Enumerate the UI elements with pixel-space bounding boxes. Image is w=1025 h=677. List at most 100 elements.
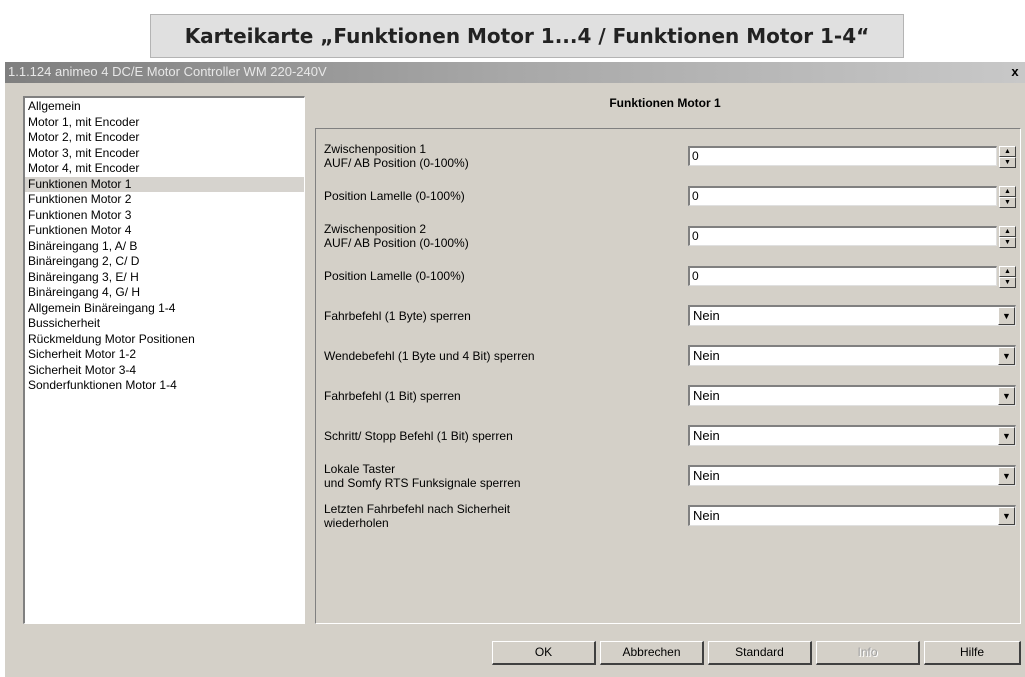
- param-row: Wendebefehl (1 Byte und 4 Bit) sperren N…: [324, 339, 1016, 373]
- spin-up-icon[interactable]: ▲: [999, 186, 1016, 197]
- schritt-stopp-select[interactable]: Nein ▼: [688, 425, 1016, 446]
- close-icon[interactable]: x: [1007, 64, 1023, 80]
- lokale-taster-select[interactable]: Nein ▼: [688, 465, 1016, 486]
- select-value: Nein: [693, 508, 720, 523]
- select-value: Nein: [693, 388, 720, 403]
- param-label: Fahrbefehl (1 Bit) sperren: [324, 379, 674, 413]
- spin-down-icon[interactable]: ▼: [999, 237, 1016, 248]
- cancel-button[interactable]: Abbrechen: [600, 641, 704, 665]
- select-value: Nein: [693, 348, 720, 363]
- param-label-line1: Position Lamelle (0-100%): [324, 269, 465, 283]
- param-label: Zwischenposition 2 AUF/ AB Position (0-1…: [324, 219, 674, 253]
- param-label-line1: Fahrbefehl (1 Byte) sperren: [324, 309, 471, 323]
- param-label: Wendebefehl (1 Byte und 4 Bit) sperren: [324, 339, 674, 373]
- param-label-line2: wiederholen: [324, 516, 389, 530]
- info-button[interactable]: Info: [816, 641, 920, 665]
- letzten-fahrbefehl-select[interactable]: Nein ▼: [688, 505, 1016, 526]
- fahrbefehl-bit-select[interactable]: Nein ▼: [688, 385, 1016, 406]
- spin-buttons: ▲ ▼: [999, 186, 1016, 208]
- spin-up-icon[interactable]: ▲: [999, 266, 1016, 277]
- chevron-down-icon[interactable]: ▼: [998, 467, 1015, 485]
- param-label: Schritt/ Stopp Befehl (1 Bit) sperren: [324, 419, 674, 453]
- param-label: Position Lamelle (0-100%): [324, 259, 674, 293]
- chevron-down-icon[interactable]: ▼: [998, 307, 1015, 325]
- figure-caption: Karteikarte „Funktionen Motor 1...4 / Fu…: [150, 14, 904, 58]
- fahrbefehl-byte-select[interactable]: Nein ▼: [688, 305, 1016, 326]
- spin-down-icon[interactable]: ▼: [999, 157, 1016, 168]
- param-row: Letzten Fahrbefehl nach Sicherheit wiede…: [324, 499, 1016, 533]
- param-label: Lokale Taster und Somfy RTS Funksignale …: [324, 459, 674, 493]
- position-lamelle-1-input[interactable]: 0: [688, 186, 997, 206]
- panel-title: Funktionen Motor 1: [609, 96, 721, 110]
- param-label-line1: Wendebefehl (1 Byte und 4 Bit) sperren: [324, 349, 535, 363]
- nav-item-allgemein-binaereingang[interactable]: Allgemein Binäreingang 1-4: [25, 301, 304, 317]
- select-value: Nein: [693, 308, 720, 323]
- param-row: Position Lamelle (0-100%) 0 ▲ ▼: [324, 259, 1016, 293]
- nav-item-funktionen-motor-1[interactable]: Funktionen Motor 1: [25, 176, 304, 192]
- chevron-down-icon[interactable]: ▼: [998, 347, 1015, 365]
- nav-item-rueckmeldung[interactable]: Rückmeldung Motor Positionen: [25, 332, 304, 348]
- nav-item-binaereingang-3[interactable]: Binäreingang 3, E/ H: [25, 270, 304, 286]
- title-bar[interactable]: 1.1.124 animeo 4 DC/E Motor Controller W…: [5, 62, 1025, 83]
- nav-item-funktionen-motor-2[interactable]: Funktionen Motor 2: [25, 192, 304, 208]
- nav-item-sicherheit-motor-3-4[interactable]: Sicherheit Motor 3-4: [25, 363, 304, 379]
- param-label-line1: Zwischenposition 2: [324, 222, 427, 236]
- spin-down-icon[interactable]: ▼: [999, 277, 1016, 288]
- ok-button[interactable]: OK: [492, 641, 596, 665]
- category-list: Allgemein Motor 1, mit Encoder Motor 2, …: [23, 96, 305, 624]
- spin-up-icon[interactable]: ▲: [999, 146, 1016, 157]
- wendebefehl-select[interactable]: Nein ▼: [688, 345, 1016, 366]
- spin-down-icon[interactable]: ▼: [999, 197, 1016, 208]
- nav-item-binaereingang-2[interactable]: Binäreingang 2, C/ D: [25, 254, 304, 270]
- param-label-line1: Position Lamelle (0-100%): [324, 189, 465, 203]
- param-row: Fahrbefehl (1 Bit) sperren Nein ▼: [324, 379, 1016, 413]
- param-label: Fahrbefehl (1 Byte) sperren: [324, 299, 674, 333]
- param-label-line2: AUF/ AB Position (0-100%): [324, 236, 469, 250]
- param-label-line1: Fahrbefehl (1 Bit) sperren: [324, 389, 461, 403]
- nav-item-binaereingang-1[interactable]: Binäreingang 1, A/ B: [25, 239, 304, 255]
- chevron-down-icon[interactable]: ▼: [998, 427, 1015, 445]
- zwischenposition-2-input[interactable]: 0: [688, 226, 997, 246]
- param-row: Zwischenposition 1 AUF/ AB Position (0-1…: [324, 139, 1016, 173]
- param-row: Schritt/ Stopp Befehl (1 Bit) sperren Ne…: [324, 419, 1016, 453]
- nav-item-motor-1[interactable]: Motor 1, mit Encoder: [25, 115, 304, 131]
- param-label-line1: Schritt/ Stopp Befehl (1 Bit) sperren: [324, 429, 513, 443]
- param-label-line2: AUF/ AB Position (0-100%): [324, 156, 469, 170]
- nav-item-binaereingang-4[interactable]: Binäreingang 4, G/ H: [25, 285, 304, 301]
- nav-item-motor-3[interactable]: Motor 3, mit Encoder: [25, 146, 304, 162]
- nav-item-funktionen-motor-4[interactable]: Funktionen Motor 4: [25, 223, 304, 239]
- nav-item-sicherheit-motor-1-2[interactable]: Sicherheit Motor 1-2: [25, 347, 304, 363]
- param-row: Fahrbefehl (1 Byte) sperren Nein ▼: [324, 299, 1016, 333]
- param-row: Position Lamelle (0-100%) 0 ▲ ▼: [324, 179, 1016, 213]
- position-lamelle-2-input[interactable]: 0: [688, 266, 997, 286]
- select-value: Nein: [693, 428, 720, 443]
- spin-buttons: ▲ ▼: [999, 146, 1016, 168]
- standard-button[interactable]: Standard: [708, 641, 812, 665]
- param-row: Lokale Taster und Somfy RTS Funksignale …: [324, 459, 1016, 493]
- nav-item-sonderfunktionen[interactable]: Sonderfunktionen Motor 1-4: [25, 378, 304, 394]
- parameter-panel: Zwischenposition 1 AUF/ AB Position (0-1…: [315, 128, 1021, 624]
- spin-up-icon[interactable]: ▲: [999, 226, 1016, 237]
- param-label-line1: Zwischenposition 1: [324, 142, 427, 156]
- spin-buttons: ▲ ▼: [999, 266, 1016, 288]
- spin-buttons: ▲ ▼: [999, 226, 1016, 248]
- zwischenposition-1-input[interactable]: 0: [688, 146, 997, 166]
- nav-item-motor-4[interactable]: Motor 4, mit Encoder: [25, 161, 304, 177]
- chevron-down-icon[interactable]: ▼: [998, 507, 1015, 525]
- help-button[interactable]: Hilfe: [924, 641, 1021, 665]
- nav-item-funktionen-motor-3[interactable]: Funktionen Motor 3: [25, 208, 304, 224]
- param-label-line1: Lokale Taster: [324, 462, 396, 476]
- param-label: Position Lamelle (0-100%): [324, 179, 674, 213]
- nav-item-bussicherheit[interactable]: Bussicherheit: [25, 316, 304, 332]
- nav-item-allgemein[interactable]: Allgemein: [25, 99, 304, 115]
- chevron-down-icon[interactable]: ▼: [998, 387, 1015, 405]
- window-title: 1.1.124 animeo 4 DC/E Motor Controller W…: [8, 64, 327, 79]
- param-row: Zwischenposition 2 AUF/ AB Position (0-1…: [324, 219, 1016, 253]
- nav-item-motor-2[interactable]: Motor 2, mit Encoder: [25, 130, 304, 146]
- select-value: Nein: [693, 468, 720, 483]
- param-label-line1: Letzten Fahrbefehl nach Sicherheit: [324, 502, 511, 516]
- param-label: Zwischenposition 1 AUF/ AB Position (0-1…: [324, 139, 674, 173]
- dialog-window: 1.1.124 animeo 4 DC/E Motor Controller W…: [5, 62, 1025, 677]
- param-label: Letzten Fahrbefehl nach Sicherheit wiede…: [324, 499, 674, 533]
- param-label-line2: und Somfy RTS Funksignale sperren: [324, 476, 521, 490]
